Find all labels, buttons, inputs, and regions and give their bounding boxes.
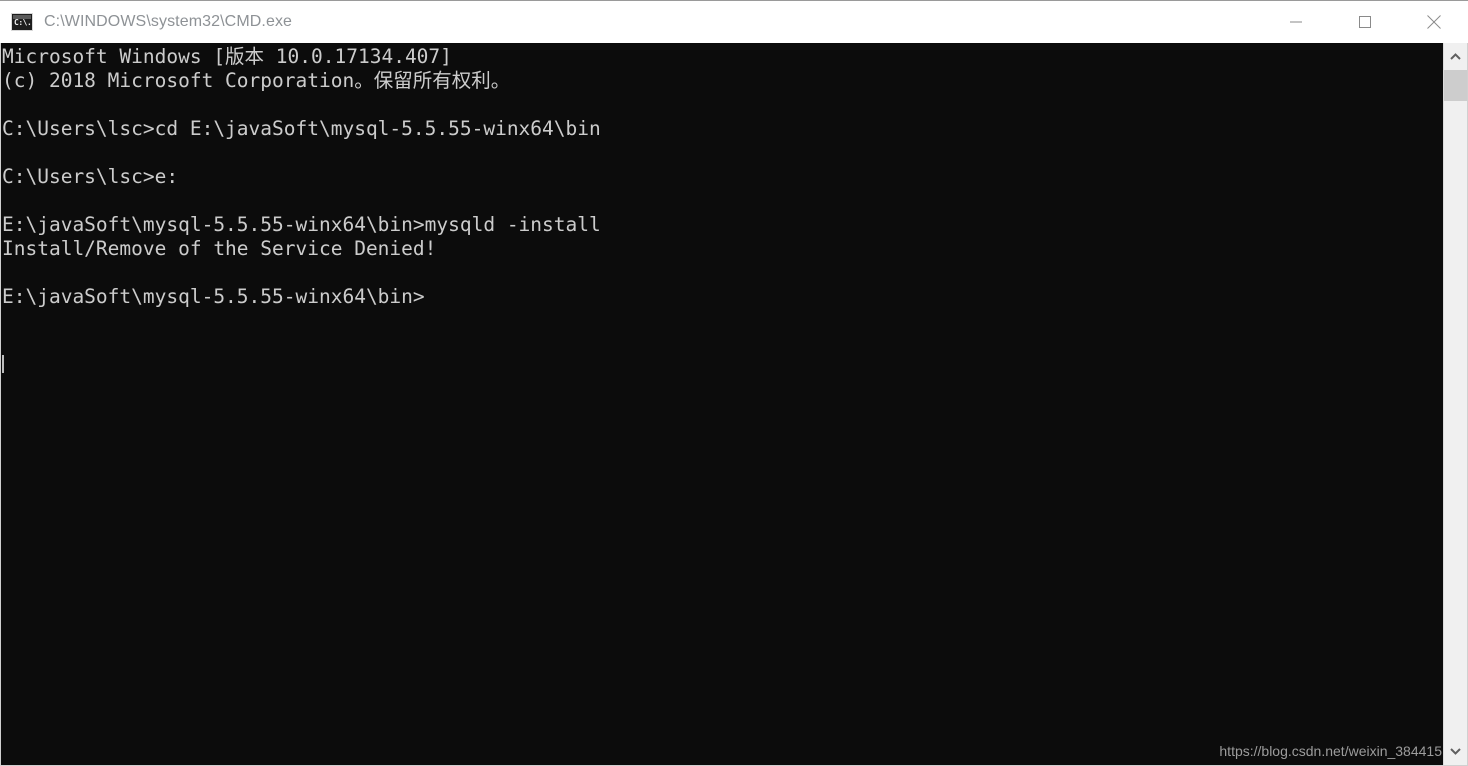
scroll-down-arrow[interactable] <box>1444 738 1467 765</box>
scrollbar-thumb[interactable] <box>1444 70 1467 101</box>
chevron-up-icon <box>1450 53 1461 60</box>
title-bar-left: C:\. C:\WINDOWS\system32\CMD.exe <box>0 13 1261 31</box>
watermark-url: https://blog.csdn.net/weixin_384415 <box>1219 743 1442 759</box>
cmd-icon: C:\. <box>11 13 33 31</box>
console-output-area[interactable]: Microsoft Windows [版本 10.0.17134.407] (c… <box>0 43 1468 766</box>
minimize-icon <box>1289 21 1302 23</box>
window-title: C:\WINDOWS\system32\CMD.exe <box>44 13 293 30</box>
maximize-button[interactable] <box>1330 1 1399 43</box>
minimize-button[interactable] <box>1261 1 1330 43</box>
chevron-down-icon <box>1450 748 1461 755</box>
close-icon <box>1426 15 1441 29</box>
text-caret <box>2 355 4 373</box>
cmd-window: C:\. C:\WINDOWS\system32\CMD.exe Microso… <box>0 0 1468 766</box>
maximize-icon <box>1358 16 1371 28</box>
window-controls <box>1261 1 1468 43</box>
title-bar[interactable]: C:\. C:\WINDOWS\system32\CMD.exe <box>0 0 1468 43</box>
close-button[interactable] <box>1399 1 1468 43</box>
scroll-up-arrow[interactable] <box>1444 43 1467 70</box>
console-text: Microsoft Windows [版本 10.0.17134.407] (c… <box>2 45 601 308</box>
vertical-scrollbar[interactable] <box>1443 43 1468 766</box>
cmd-icon-glyph: C:\. <box>14 18 32 27</box>
